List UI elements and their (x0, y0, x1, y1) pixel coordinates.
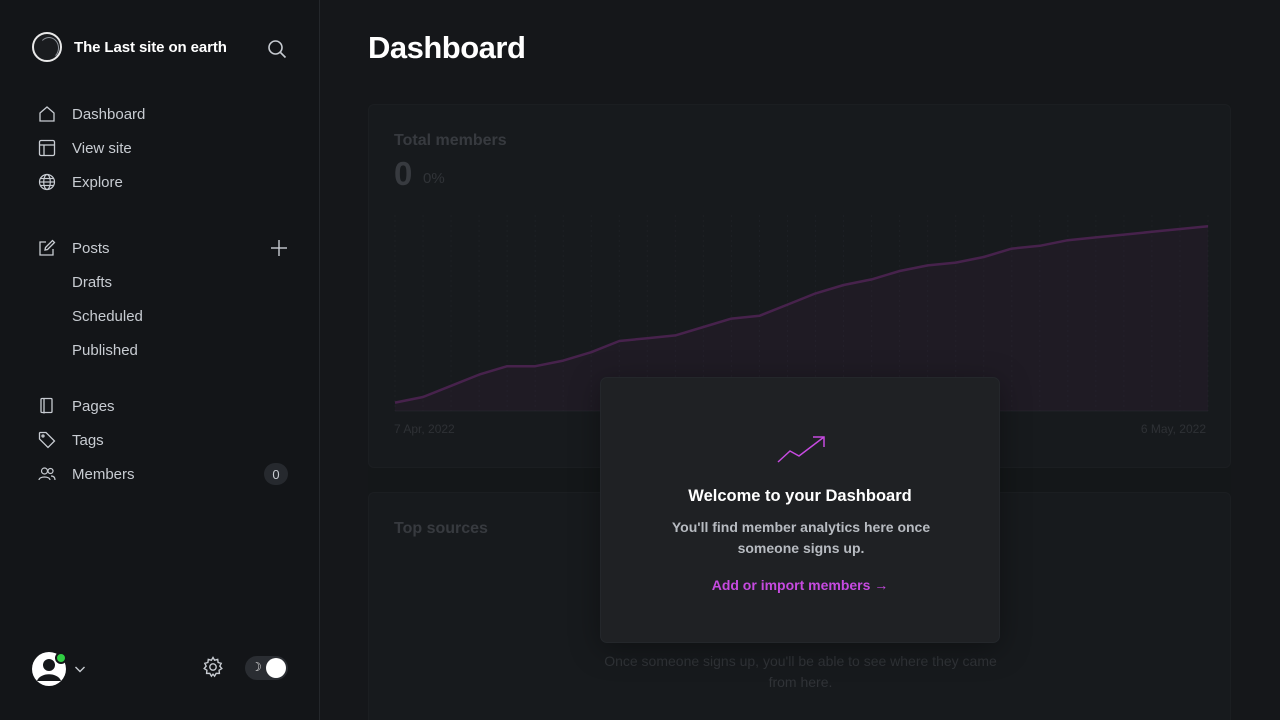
sidebar-item-scheduled[interactable]: Scheduled (38, 299, 298, 333)
sidebar-item-explore[interactable]: Explore (38, 165, 298, 199)
online-status-indicator (55, 652, 67, 664)
sidebar: The Last site on earth Dashboard View si… (0, 0, 320, 720)
sidebar-item-label: Scheduled (72, 307, 143, 325)
layout-icon (38, 139, 56, 157)
gear-icon[interactable] (202, 656, 224, 678)
brand[interactable]: The Last site on earth (32, 32, 227, 62)
globe-icon (38, 173, 56, 191)
sidebar-item-posts[interactable]: Posts (38, 231, 298, 265)
sidebar-item-members[interactable]: Members 0 (38, 457, 298, 491)
secondary-nav: Pages Tags Members 0 (38, 389, 298, 491)
welcome-modal: Welcome to your Dashboard You'll find me… (600, 377, 1000, 643)
members-icon (38, 465, 56, 483)
sidebar-item-label: Dashboard (72, 105, 146, 123)
site-logo (32, 32, 62, 62)
page-icon (38, 397, 56, 415)
sidebar-item-label: Explore (72, 173, 123, 191)
primary-nav: Dashboard View site Explore (38, 97, 298, 199)
members-count-badge: 0 (264, 463, 288, 485)
dark-mode-toggle[interactable]: ☽ (245, 656, 288, 680)
sidebar-item-published[interactable]: Published (38, 333, 298, 367)
chevron-down-icon[interactable] (74, 662, 86, 674)
welcome-title: Welcome to your Dashboard (688, 487, 912, 505)
add-import-members-link[interactable]: Add or import members → (601, 577, 999, 593)
sidebar-item-view-site[interactable]: View site (38, 131, 298, 165)
page-title: Dashboard (368, 30, 526, 65)
sidebar-item-dashboard[interactable]: Dashboard (38, 97, 298, 131)
add-post-icon[interactable] (270, 239, 288, 257)
sidebar-item-tags[interactable]: Tags (38, 423, 298, 457)
home-icon (38, 105, 56, 123)
moon-icon: ☽ (251, 660, 262, 674)
tag-icon (38, 431, 56, 449)
sidebar-item-label: Posts (72, 239, 110, 257)
search-icon[interactable] (266, 38, 288, 60)
welcome-text: You'll find member analytics here once s… (671, 519, 931, 556)
sidebar-item-pages[interactable]: Pages (38, 389, 298, 423)
sidebar-item-label: View site (72, 139, 132, 157)
trending-up-icon (777, 434, 827, 464)
sidebar-item-label: Members (72, 465, 135, 483)
edit-icon (38, 239, 56, 257)
toggle-knob (266, 658, 286, 678)
site-name: The Last site on earth (74, 38, 227, 56)
posts-nav: Posts Drafts Scheduled Published (38, 231, 298, 367)
sidebar-item-label: Published (72, 341, 138, 359)
sidebar-item-drafts[interactable]: Drafts (38, 265, 298, 299)
sidebar-item-label: Pages (72, 397, 115, 415)
sidebar-item-label: Drafts (72, 273, 113, 291)
sidebar-footer: ☽ (32, 650, 288, 686)
sidebar-item-label: Tags (72, 431, 104, 449)
